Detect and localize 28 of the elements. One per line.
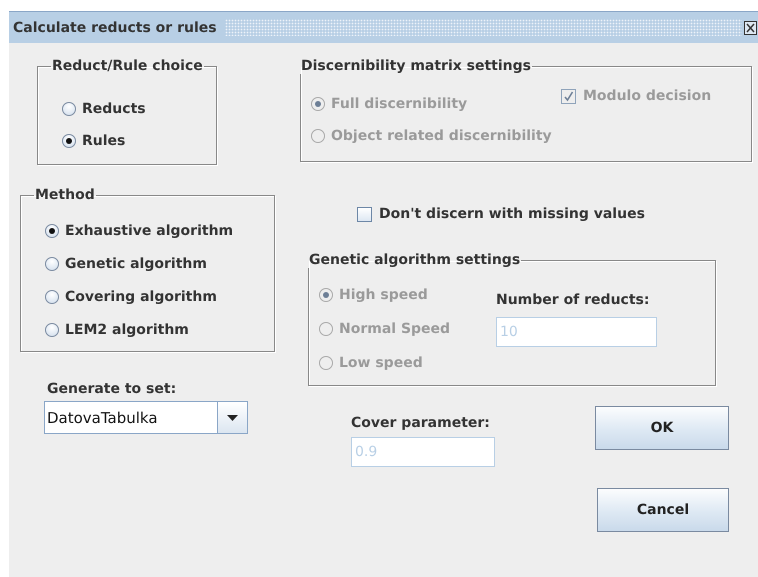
radio-option[interactable]: Reducts: [62, 101, 146, 117]
set-combo-field[interactable]: DatovaTabulka: [44, 401, 217, 434]
field-label: Number of reducts:: [496, 292, 650, 308]
radio-button[interactable]: [45, 323, 59, 337]
radio-option[interactable]: Rules: [62, 133, 126, 149]
group-title: Method: [34, 187, 96, 203]
checkbox-option[interactable]: Don't discern with missing values: [357, 206, 645, 222]
dropdown-button[interactable]: [217, 401, 248, 434]
field-label: Cover parameter:: [351, 415, 490, 431]
radio-option[interactable]: Genetic algorithm: [45, 256, 207, 272]
close-icon[interactable]: [744, 20, 757, 34]
radio-button[interactable]: [45, 290, 59, 304]
group-title: Discernibility matrix settings: [300, 58, 532, 74]
radio-button[interactable]: [62, 134, 76, 148]
window-title: Calculate reducts or rules: [12, 20, 218, 36]
group-title: Reduct/Rule choice: [51, 58, 204, 74]
radio-button[interactable]: [45, 224, 59, 238]
field-label: Generate to set:: [47, 381, 176, 397]
radio-button[interactable]: [45, 257, 59, 271]
radio-option[interactable]: LEM2 algorithm: [45, 322, 189, 338]
checkbox[interactable]: [357, 206, 372, 222]
radio-option[interactable]: Exhaustive algorithm: [45, 223, 234, 239]
radio-option[interactable]: Covering algorithm: [45, 289, 217, 305]
ok-button[interactable]: OK: [595, 406, 729, 450]
radio-button[interactable]: [62, 102, 76, 116]
cancel-button[interactable]: Cancel: [597, 488, 729, 532]
group-title: Genetic algorithm settings: [308, 252, 522, 268]
caret-icon: [227, 414, 238, 420]
